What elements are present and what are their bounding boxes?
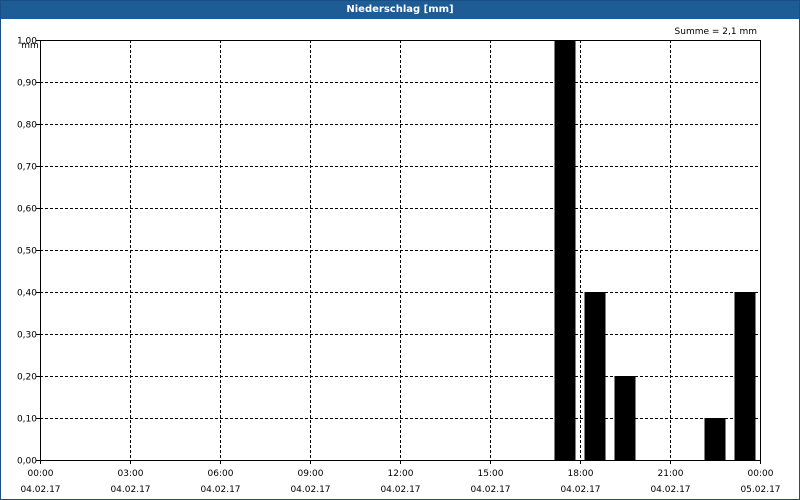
y-tick-label: 0,80 — [17, 121, 37, 131]
y-tick-label: 0,40 — [17, 289, 37, 299]
x-tick-date-label: 04.02.17 — [110, 485, 150, 495]
x-tick-time-label: 06:00 — [208, 469, 234, 479]
x-tick-time-label: 09:00 — [298, 469, 324, 479]
x-tick-date-label: 04.02.17 — [380, 485, 420, 495]
x-tick-time-label: 00:00 — [748, 469, 774, 479]
precipitation-chart: Summe = 2,1 mm mm 0,000,100,200,300,400,… — [17, 27, 781, 495]
bar — [554, 40, 576, 460]
x-tick-date-label: 04.02.17 — [20, 485, 60, 495]
y-tick-labels: 0,00 0,10 0,20 0,30 0,40 0,50 0,60 0,70 0,80 0,90… — [17, 37, 37, 467]
y-tick-label: 0,00 — [17, 457, 37, 467]
y-tick-label: 0,90 — [17, 79, 37, 89]
x-tick-date-label: 05.02.17 — [740, 485, 780, 495]
x-tick-time-label: 21:00 — [658, 469, 684, 479]
y-tick-label: 0,10 — [17, 415, 37, 425]
grid-lines — [36, 40, 761, 464]
x-tick-time-label: 18:00 — [568, 469, 594, 479]
y-tick-label: 0,70 — [17, 163, 37, 173]
x-tick-date-label: 04.02.17 — [290, 485, 330, 495]
y-tick-label: 0,60 — [17, 205, 37, 215]
y-tick-label: 0,20 — [17, 373, 37, 383]
y-tick-label: 0,50 — [17, 247, 37, 257]
bar — [704, 418, 726, 460]
x-tick-labels: 00:00 04.02.17 03:00 04.02.17 06:00 04.02.17 0… — [20, 469, 780, 495]
x-tick-date-label: 04.02.17 — [560, 485, 600, 495]
y-tick-label: 0,30 — [17, 331, 37, 341]
x-tick-time-label: 12:00 — [388, 469, 414, 479]
bar — [584, 292, 606, 460]
bar — [614, 376, 636, 460]
y-tick-label: 1,00 — [17, 37, 37, 47]
x-tick-date-label: 04.02.17 — [470, 485, 510, 495]
bar — [734, 292, 756, 460]
x-tick-time-label: 15:00 — [478, 469, 504, 479]
x-tick-time-label: 00:00 — [28, 469, 54, 479]
x-tick-date-label: 04.02.17 — [200, 485, 240, 495]
x-tick-time-label: 03:00 — [118, 469, 144, 479]
x-tick-date-label: 04.02.17 — [650, 485, 690, 495]
sum-label: Summe = 2,1 mm — [675, 27, 757, 37]
